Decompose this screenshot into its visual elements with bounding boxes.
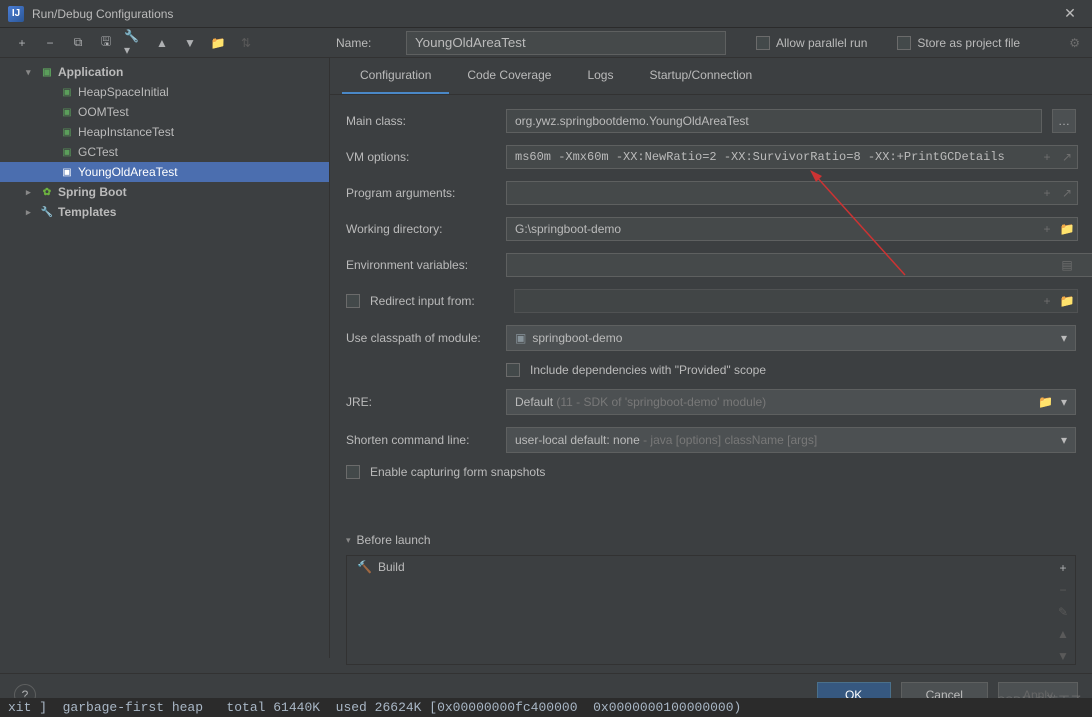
tree-node-springboot[interactable]: ▸ ✿ Spring Boot [0,182,329,202]
tab-logs[interactable]: Logs [569,58,631,94]
run-config-icon: ▣ [60,145,74,159]
store-project-label: Store as project file [917,36,1020,50]
window-title: Run/Debug Configurations [32,7,173,21]
name-input[interactable] [406,31,726,55]
shorten-label: Shorten command line: [346,433,496,447]
snapshots-label: Enable capturing form snapshots [370,465,545,479]
classpath-dropdown[interactable]: ▣springboot-demo ▾ [506,325,1076,351]
tree-leaf-oomtest[interactable]: ▣ OOMTest [0,102,329,122]
main-class-input[interactable] [506,109,1042,133]
collapse-arrow-icon: ▸ [26,187,36,198]
list-icon[interactable]: ▤ [1058,258,1076,272]
chevron-down-icon: ▾ [1061,395,1067,409]
add-icon[interactable]: + [12,33,32,53]
add-task-button[interactable]: + [1055,560,1071,576]
tree-node-templates[interactable]: ▸ 🔧 Templates [0,202,329,222]
launch-item-build[interactable]: 🔨 Build [347,556,1075,578]
jre-dropdown[interactable]: Default (11 - SDK of 'springboot-demo' m… [506,389,1076,415]
before-launch-list: 🔨 Build + − ✎ ▲ ▼ [346,555,1076,665]
console-output-fragment: xit ] garbage-first heap total 61440K us… [0,698,1092,717]
wrench-icon[interactable]: 🔧▾ [124,33,144,53]
jre-label: JRE: [346,395,496,409]
expand-arrow-icon: ▾ [26,67,36,78]
gear-icon[interactable]: ⚙ [1069,36,1080,50]
move-down-button[interactable]: ▼ [1055,648,1071,664]
save-icon[interactable]: 🖫 [96,33,116,53]
collapse-arrow-icon[interactable]: ▾ [346,535,351,546]
tree-node-application[interactable]: ▾ ▣ Application [0,62,329,82]
wrench-icon: 🔧 [40,205,54,219]
insert-icon[interactable]: + [1038,186,1056,200]
run-config-icon: ▣ [60,125,74,139]
before-launch-title: Before launch [357,533,431,547]
config-panel: Configuration Code Coverage Logs Startup… [330,58,1092,658]
close-button[interactable]: ✕ [1056,0,1084,28]
redirect-input-checkbox[interactable] [346,294,360,308]
chevron-down-icon: ▾ [1061,331,1067,345]
allow-parallel-checkbox[interactable] [756,36,770,50]
tab-configuration[interactable]: Configuration [342,58,449,94]
collapse-arrow-icon: ▸ [26,207,36,218]
folder-icon[interactable]: 📁 [1058,222,1076,236]
titlebar: IJ Run/Debug Configurations ✕ [0,0,1092,28]
remove-icon[interactable]: − [40,33,60,53]
store-project-checkbox[interactable] [897,36,911,50]
tree-leaf-heapinstancetest[interactable]: ▣ HeapInstanceTest [0,122,329,142]
copy-icon[interactable]: ⧉ [68,33,88,53]
redirect-input-field[interactable] [514,289,1078,313]
tree-leaf-gctest[interactable]: ▣ GCTest [0,142,329,162]
app-icon: IJ [8,6,24,22]
tree-leaf-heapspaceinitial[interactable]: ▣ HeapSpaceInitial [0,82,329,102]
program-args-input[interactable] [506,181,1078,205]
move-up-button[interactable]: ▲ [1055,626,1071,642]
folder-icon[interactable]: 📁 [208,33,228,53]
name-label: Name: [336,36,396,50]
up-icon[interactable]: ▲ [152,33,172,53]
insert-icon[interactable]: + [1038,150,1056,164]
sort-icon[interactable]: ⇅ [236,33,256,53]
config-tabs: Configuration Code Coverage Logs Startup… [330,58,1092,95]
tab-startup[interactable]: Startup/Connection [631,58,770,94]
expand-icon[interactable]: ↗ [1058,186,1076,200]
chevron-down-icon: ▾ [1061,433,1067,447]
application-icon: ▣ [40,65,54,79]
down-icon[interactable]: ▼ [180,33,200,53]
shorten-dropdown[interactable]: user-local default: none - java [options… [506,427,1076,453]
run-config-icon: ▣ [60,105,74,119]
toolbar: + − ⧉ 🖫 🔧▾ ▲ ▼ 📁 ⇅ Name: Allow parallel … [0,28,1092,58]
run-config-icon: ▣ [60,165,74,179]
module-icon: ▣ [515,331,526,345]
insert-icon[interactable]: + [1038,294,1056,308]
hammer-icon: 🔨 [357,560,372,574]
browse-class-button[interactable]: … [1052,109,1076,133]
run-config-icon: ▣ [60,85,74,99]
program-args-label: Program arguments: [346,186,496,200]
vm-options-label: VM options: [346,150,496,164]
insert-icon[interactable]: + [1038,222,1056,236]
include-deps-checkbox[interactable] [506,363,520,377]
edit-task-button[interactable]: ✎ [1055,604,1071,620]
classpath-label: Use classpath of module: [346,331,496,345]
env-vars-label: Environment variables: [346,258,496,272]
vm-options-input[interactable] [506,145,1078,169]
env-vars-input[interactable] [506,253,1092,277]
redirect-input-label: Redirect input from: [370,294,504,308]
folder-icon[interactable]: 📁 [1058,294,1076,308]
expand-icon[interactable]: ↗ [1058,150,1076,164]
tab-coverage[interactable]: Code Coverage [449,58,569,94]
config-tree: ▾ ▣ Application ▣ HeapSpaceInitial ▣ OOM… [0,58,330,658]
spring-icon: ✿ [40,185,54,199]
remove-task-button[interactable]: − [1055,582,1071,598]
include-deps-label: Include dependencies with "Provided" sco… [530,363,766,377]
tree-leaf-youngoldareatest[interactable]: ▣ YoungOldAreaTest [0,162,329,182]
working-dir-input[interactable] [506,217,1078,241]
snapshots-checkbox[interactable] [346,465,360,479]
allow-parallel-label: Allow parallel run [776,36,867,50]
folder-icon[interactable]: 📁 [1038,395,1053,409]
main-class-label: Main class: [346,114,496,128]
working-dir-label: Working directory: [346,222,496,236]
